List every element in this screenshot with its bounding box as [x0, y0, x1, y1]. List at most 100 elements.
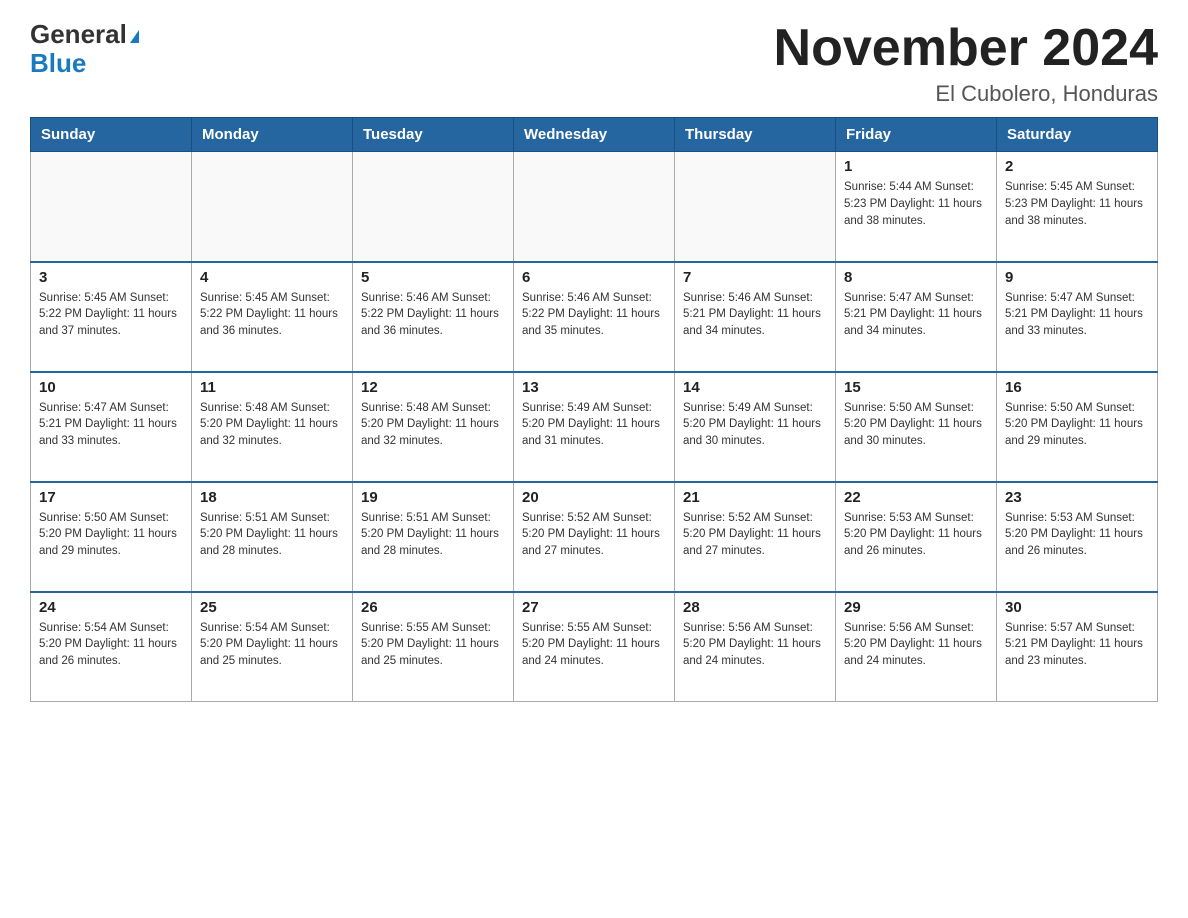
logo-blue-text: Blue	[30, 48, 86, 78]
day-number: 1	[844, 158, 988, 175]
day-info: Sunrise: 5:53 AM Sunset: 5:20 PM Dayligh…	[844, 510, 988, 560]
day-info: Sunrise: 5:51 AM Sunset: 5:20 PM Dayligh…	[200, 510, 344, 560]
calendar-day-cell: 5 Sunrise: 5:46 AM Sunset: 5:22 PM Daylig…	[353, 262, 514, 372]
calendar-day-cell: 15 Sunrise: 5:50 AM Sunset: 5:20 PM Dayli…	[836, 372, 997, 482]
logo: General Blue	[30, 20, 139, 77]
logo-line2: Blue	[30, 49, 86, 78]
day-of-week-header: Wednesday	[514, 118, 675, 152]
day-number: 19	[361, 489, 505, 506]
day-number: 14	[683, 379, 827, 396]
calendar-day-cell: 21 Sunrise: 5:52 AM Sunset: 5:20 PM Dayli…	[675, 482, 836, 592]
day-info: Sunrise: 5:46 AM Sunset: 5:22 PM Dayligh…	[361, 290, 505, 340]
day-info: Sunrise: 5:56 AM Sunset: 5:20 PM Dayligh…	[844, 620, 988, 670]
day-number: 10	[39, 379, 183, 396]
day-number: 26	[361, 599, 505, 616]
day-number: 24	[39, 599, 183, 616]
day-number: 8	[844, 269, 988, 286]
title-block: November 2024 El Cubolero, Honduras	[774, 20, 1158, 107]
day-number: 29	[844, 599, 988, 616]
day-info: Sunrise: 5:47 AM Sunset: 5:21 PM Dayligh…	[39, 400, 183, 450]
calendar-day-cell: 8 Sunrise: 5:47 AM Sunset: 5:21 PM Daylig…	[836, 262, 997, 372]
calendar-day-cell: 22Sunrise: 5:53 AM Sunset: 5:20 PM Dayli…	[836, 482, 997, 592]
day-number: 18	[200, 489, 344, 506]
calendar-day-cell	[192, 152, 353, 262]
calendar-day-cell: 24 Sunrise: 5:54 AM Sunset: 5:20 PM Dayli…	[31, 592, 192, 702]
day-info: Sunrise: 5:52 AM Sunset: 5:20 PM Dayligh…	[683, 510, 827, 560]
calendar-day-cell: 17Sunrise: 5:50 AM Sunset: 5:20 PM Dayli…	[31, 482, 192, 592]
logo-general-text: General	[30, 19, 139, 49]
day-info: Sunrise: 5:54 AM Sunset: 5:20 PM Dayligh…	[39, 620, 183, 670]
calendar-day-cell: 12Sunrise: 5:48 AM Sunset: 5:20 PM Dayli…	[353, 372, 514, 482]
calendar-day-cell: 20 Sunrise: 5:52 AM Sunset: 5:20 PM Dayli…	[514, 482, 675, 592]
day-number: 12	[361, 379, 505, 396]
day-number: 15	[844, 379, 988, 396]
day-info: Sunrise: 5:53 AM Sunset: 5:20 PM Dayligh…	[1005, 510, 1149, 560]
calendar-day-cell: 6 Sunrise: 5:46 AM Sunset: 5:22 PM Daylig…	[514, 262, 675, 372]
day-number: 6	[522, 269, 666, 286]
day-info: Sunrise: 5:49 AM Sunset: 5:20 PM Dayligh…	[683, 400, 827, 450]
calendar-day-cell: 10 Sunrise: 5:47 AM Sunset: 5:21 PM Dayli…	[31, 372, 192, 482]
day-number: 27	[522, 599, 666, 616]
calendar-week-row: 24 Sunrise: 5:54 AM Sunset: 5:20 PM Dayli…	[31, 592, 1158, 702]
day-number: 16	[1005, 379, 1149, 396]
day-info: Sunrise: 5:46 AM Sunset: 5:22 PM Dayligh…	[522, 290, 666, 340]
calendar-day-cell: 23Sunrise: 5:53 AM Sunset: 5:20 PM Dayli…	[997, 482, 1158, 592]
calendar-week-row: 1Sunrise: 5:44 AM Sunset: 5:23 PM Daylig…	[31, 152, 1158, 262]
calendar-day-cell: 18 Sunrise: 5:51 AM Sunset: 5:20 PM Dayli…	[192, 482, 353, 592]
day-info: Sunrise: 5:55 AM Sunset: 5:20 PM Dayligh…	[522, 620, 666, 670]
calendar-day-cell: 4 Sunrise: 5:45 AM Sunset: 5:22 PM Daylig…	[192, 262, 353, 372]
day-number: 17	[39, 489, 183, 506]
calendar-table: SundayMondayTuesdayWednesdayThursdayFrid…	[30, 117, 1158, 702]
day-number: 21	[683, 489, 827, 506]
day-number: 25	[200, 599, 344, 616]
day-number: 20	[522, 489, 666, 506]
day-info: Sunrise: 5:46 AM Sunset: 5:21 PM Dayligh…	[683, 290, 827, 340]
calendar-day-cell: 25Sunrise: 5:54 AM Sunset: 5:20 PM Dayli…	[192, 592, 353, 702]
calendar-day-cell: 30 Sunrise: 5:57 AM Sunset: 5:21 PM Dayli…	[997, 592, 1158, 702]
day-of-week-header: Thursday	[675, 118, 836, 152]
day-of-week-header: Friday	[836, 118, 997, 152]
day-info: Sunrise: 5:50 AM Sunset: 5:20 PM Dayligh…	[844, 400, 988, 450]
calendar-day-cell: 7 Sunrise: 5:46 AM Sunset: 5:21 PM Daylig…	[675, 262, 836, 372]
day-number: 11	[200, 379, 344, 396]
calendar-day-cell	[31, 152, 192, 262]
logo-line1: General	[30, 20, 139, 49]
calendar-day-cell: 14 Sunrise: 5:49 AM Sunset: 5:20 PM Dayli…	[675, 372, 836, 482]
day-info: Sunrise: 5:56 AM Sunset: 5:20 PM Dayligh…	[683, 620, 827, 670]
day-of-week-header: Monday	[192, 118, 353, 152]
day-info: Sunrise: 5:45 AM Sunset: 5:22 PM Dayligh…	[39, 290, 183, 340]
day-info: Sunrise: 5:48 AM Sunset: 5:20 PM Dayligh…	[200, 400, 344, 450]
calendar-day-cell: 1Sunrise: 5:44 AM Sunset: 5:23 PM Daylig…	[836, 152, 997, 262]
day-of-week-header: Saturday	[997, 118, 1158, 152]
day-info: Sunrise: 5:49 AM Sunset: 5:20 PM Dayligh…	[522, 400, 666, 450]
page-header: General Blue November 2024 El Cubolero, …	[30, 20, 1158, 107]
day-number: 4	[200, 269, 344, 286]
calendar-day-cell: 26 Sunrise: 5:55 AM Sunset: 5:20 PM Dayli…	[353, 592, 514, 702]
day-info: Sunrise: 5:55 AM Sunset: 5:20 PM Dayligh…	[361, 620, 505, 670]
day-number: 30	[1005, 599, 1149, 616]
calendar-day-cell: 27 Sunrise: 5:55 AM Sunset: 5:20 PM Dayli…	[514, 592, 675, 702]
day-info: Sunrise: 5:50 AM Sunset: 5:20 PM Dayligh…	[1005, 400, 1149, 450]
day-info: Sunrise: 5:47 AM Sunset: 5:21 PM Dayligh…	[844, 290, 988, 340]
day-info: Sunrise: 5:52 AM Sunset: 5:20 PM Dayligh…	[522, 510, 666, 560]
day-info: Sunrise: 5:57 AM Sunset: 5:21 PM Dayligh…	[1005, 620, 1149, 670]
day-info: Sunrise: 5:47 AM Sunset: 5:21 PM Dayligh…	[1005, 290, 1149, 340]
day-of-week-header: Tuesday	[353, 118, 514, 152]
day-number: 5	[361, 269, 505, 286]
calendar-week-row: 3Sunrise: 5:45 AM Sunset: 5:22 PM Daylig…	[31, 262, 1158, 372]
calendar-day-cell	[675, 152, 836, 262]
day-of-week-header: Sunday	[31, 118, 192, 152]
calendar-day-cell	[514, 152, 675, 262]
day-number: 28	[683, 599, 827, 616]
calendar-header-row: SundayMondayTuesdayWednesdayThursdayFrid…	[31, 118, 1158, 152]
calendar-day-cell: 2 Sunrise: 5:45 AM Sunset: 5:23 PM Daylig…	[997, 152, 1158, 262]
day-number: 2	[1005, 158, 1149, 175]
calendar-title: November 2024	[774, 20, 1158, 77]
calendar-subtitle: El Cubolero, Honduras	[774, 81, 1158, 107]
day-number: 7	[683, 269, 827, 286]
calendar-day-cell: 13Sunrise: 5:49 AM Sunset: 5:20 PM Dayli…	[514, 372, 675, 482]
day-info: Sunrise: 5:45 AM Sunset: 5:22 PM Dayligh…	[200, 290, 344, 340]
calendar-day-cell: 11 Sunrise: 5:48 AM Sunset: 5:20 PM Dayli…	[192, 372, 353, 482]
calendar-day-cell: 19Sunrise: 5:51 AM Sunset: 5:20 PM Dayli…	[353, 482, 514, 592]
day-info: Sunrise: 5:45 AM Sunset: 5:23 PM Dayligh…	[1005, 179, 1149, 229]
